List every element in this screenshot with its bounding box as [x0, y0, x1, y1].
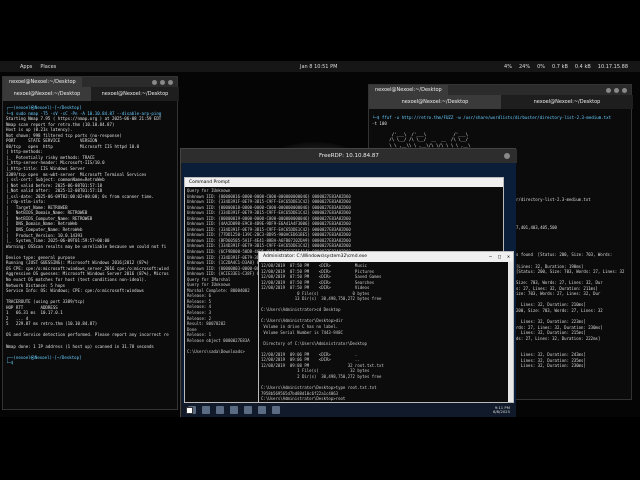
window-title[interactable]: Command Prompt: [185, 178, 503, 187]
top-bar: Apps Places Jan 8 10:51 PM 4% 24% 0% 0.7 kB…: [0, 61, 640, 72]
apps-menu[interactable]: Apps: [20, 64, 32, 70]
file-explorer-icon[interactable]: [230, 406, 238, 414]
window-titlebar[interactable]: nexoel@Nexoel:~/Desktop: [3, 77, 177, 87]
tab-1[interactable]: nexoel@Nexoel:~/Desktop: [369, 95, 501, 109]
window-titlebar[interactable]: nexoel@Nexoel:~/Desktop: [369, 85, 631, 95]
cmd-taskbar-icon[interactable]: [258, 406, 266, 414]
scrollbar[interactable]: [508, 262, 513, 402]
minimize-button[interactable]: –: [489, 254, 492, 260]
windows-taskbar: 9:11 PM 6/8/2025: [182, 403, 516, 417]
stat-item: 24%: [518, 64, 531, 70]
rdp-title[interactable]: FreeRDP: 10.10.84.87: [181, 149, 517, 163]
maximize-button[interactable]: [160, 79, 165, 85]
system-stats: 4% 24% 0% 0.7 kB 0.4 kB 10.17.15.88: [504, 64, 628, 70]
terminal-output[interactable]: ┌──(nexoel㉿Nexoel)-[~/Desktop] └─$ sudo n…: [6, 105, 174, 407]
terminal-window-nmap[interactable]: nexoel@Nexoel:~/Desktop nexoel@Nexoel:~/…: [2, 76, 179, 410]
stat-item: 10.17.15.88: [597, 64, 628, 70]
terminal-line: OS and Service detection performed. Plea…: [6, 332, 169, 338]
cmd-taskbar-icon-2[interactable]: [272, 406, 280, 414]
close-button[interactable]: [622, 87, 627, 93]
terminal-line: Nmap done: 1 IP address (1 host up) scan…: [6, 343, 154, 349]
bottom-area: [0, 417, 640, 480]
taskbar-date: 6/8/2025: [492, 409, 510, 414]
admin-cmd-window[interactable]: Administrator: C:\Windows\system32\cmd.e…: [258, 251, 514, 403]
taskbar-clock[interactable]: 9:11 PM 6/8/2025: [492, 405, 510, 415]
places-menu[interactable]: Places: [40, 64, 56, 70]
terminal-line: Lines: 32, Duration: 230ms]: [516, 363, 586, 369]
terminal-line: s found [Status: 200, Size: 703, Words:: [516, 252, 613, 258]
tab-1[interactable]: nexoel@Nexoel:~/Desktop: [3, 87, 91, 101]
terminal-line: └─$: [6, 360, 16, 366]
maximize-button[interactable]: [614, 87, 619, 93]
edge-icon[interactable]: [216, 406, 224, 414]
terminal-line: └─$ ffuf -u http://retro.thm/FUZZ -w /us…: [372, 115, 612, 120]
terminal-line: Starting Nmap 7.95 ( https://nmap.org ) …: [6, 116, 162, 122]
clock[interactable]: Jan 8 10:51 PM: [300, 64, 337, 70]
terminal-output-right: r/directory-list-2.3-medium.txt 7,401,40…: [516, 197, 628, 369]
cmd-output[interactable]: 12/08/2019 07:50 PM <DIR> Music 12/08/201…: [261, 263, 510, 403]
close-button[interactable]: [504, 153, 510, 159]
stat-item: 0%: [537, 64, 546, 70]
stat-item: 4%: [504, 64, 512, 70]
stat-item: 0.4 kB: [574, 64, 591, 70]
terminal-tabs: nexoel@Nexoel:~/Desktop nexoel@Nexoel:~/…: [3, 87, 179, 101]
close-button[interactable]: ✕: [507, 254, 510, 260]
start-icon[interactable]: [186, 406, 193, 414]
freerdp-window[interactable]: FreeRDP: 10.10.84.87 Command Prompt Quer…: [180, 148, 517, 418]
stat-item: 0.7 kB: [552, 64, 568, 70]
close-button[interactable]: [168, 79, 173, 85]
minimize-button[interactable]: [606, 87, 611, 93]
window-title: nexoel@Nexoel:~/Desktop: [3, 77, 82, 87]
tab-2[interactable]: nexoel@Nexoel:~/Desktop: [501, 95, 633, 109]
terminal-line: Warning: OSScan results may be unreliabl…: [6, 243, 167, 249]
window-title[interactable]: Administrator: C:\Windows\system32\cmd.e…: [259, 252, 513, 262]
terminal-line: [Status: 200, Size: 703, Words: 27, Line…: [516, 269, 625, 275]
maximize-button[interactable]: □: [498, 254, 501, 260]
tab-2[interactable]: nexoel@Nexoel:~/Desktop: [91, 87, 179, 101]
task-view-icon[interactable]: [202, 406, 210, 414]
window-title: nexoel@Nexoel:~/Desktop: [369, 85, 448, 95]
minimize-button[interactable]: [152, 79, 157, 85]
terminal-tabs: nexoel@Nexoel:~/Desktop nexoel@Nexoel:~/…: [369, 95, 633, 109]
remote-desktop[interactable]: Command Prompt Query for IUnknown Unknown…: [182, 163, 516, 403]
store-icon[interactable]: [244, 406, 252, 414]
